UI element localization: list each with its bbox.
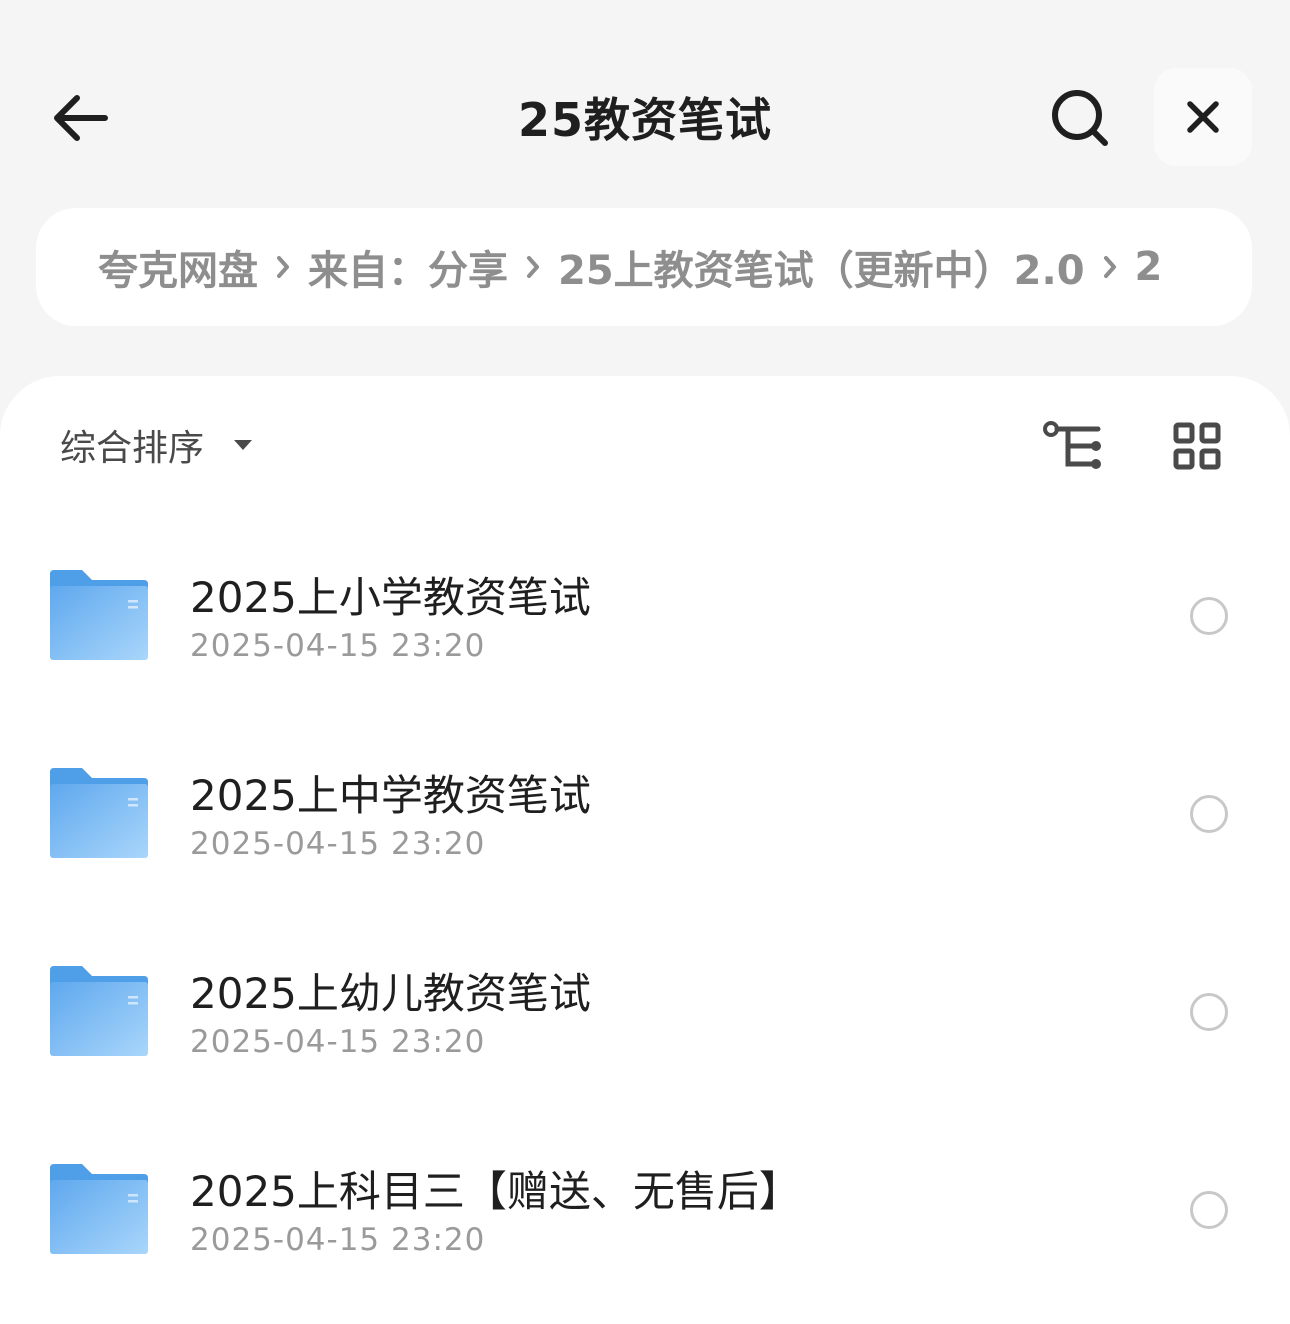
file-date: 2025-04-15 23:20 — [190, 826, 486, 862]
folder-icon — [50, 1164, 148, 1254]
folder-icon — [50, 768, 148, 858]
file-name: 2025上小学教资笔试 — [190, 573, 591, 622]
file-name: 2025上科目三【赠送、无售后】 — [190, 1167, 801, 1216]
tree-view-button[interactable] — [1040, 416, 1106, 476]
folder-icon — [50, 966, 148, 1056]
file-row[interactable]: 2025上小学教资笔试 2025-04-15 23:20 — [0, 540, 1290, 700]
grid-view-icon — [1173, 422, 1221, 470]
sort-label: 综合排序 — [60, 428, 205, 469]
breadcrumb-item-root[interactable]: 夸克网盘 — [98, 238, 258, 296]
select-radio[interactable] — [1190, 795, 1228, 833]
chevron-right-icon — [276, 255, 290, 279]
file-row[interactable]: 2025上幼儿教资笔试 2025-04-15 23:20 — [0, 936, 1290, 1096]
file-date: 2025-04-15 23:20 — [190, 628, 486, 664]
file-name: 2025上幼儿教资笔试 — [190, 969, 591, 1018]
file-row[interactable]: 2025上中学教资笔试 2025-04-15 23:20 — [0, 738, 1290, 898]
select-radio[interactable] — [1190, 597, 1228, 635]
chevron-right-icon — [1103, 255, 1117, 279]
sort-dropdown[interactable]: 综合排序 — [60, 420, 254, 470]
file-date: 2025-04-15 23:20 — [190, 1024, 486, 1060]
app-root: 25教资笔试 夸克网盘 来自：分享 25上教资笔试（更新中）2.0 2 综合排序 — [0, 0, 1290, 1324]
file-list-panel: 综合排序 2025上小学教资笔试 2025-04-15 23:20 2025上中… — [0, 376, 1290, 1324]
breadcrumb-item-current[interactable]: 2 — [1135, 244, 1163, 290]
folder-icon — [50, 570, 148, 660]
caret-down-icon — [232, 438, 254, 452]
breadcrumb-item-share[interactable]: 来自：分享 — [308, 238, 508, 296]
breadcrumb: 夸克网盘 来自：分享 25上教资笔试（更新中）2.0 2 — [36, 208, 1252, 326]
select-radio[interactable] — [1190, 1191, 1228, 1229]
select-radio[interactable] — [1190, 993, 1228, 1031]
close-icon — [1187, 101, 1219, 133]
tree-view-icon — [1043, 421, 1101, 469]
file-date: 2025-04-15 23:20 — [190, 1222, 486, 1258]
search-icon — [1052, 90, 1108, 146]
file-row[interactable]: 2025上科目三【赠送、无售后】 2025-04-15 23:20 — [0, 1134, 1290, 1294]
grid-view-button[interactable] — [1166, 416, 1228, 476]
search-button[interactable] — [1040, 80, 1120, 156]
file-name: 2025上中学教资笔试 — [190, 771, 591, 820]
chevron-right-icon — [526, 255, 540, 279]
close-button[interactable] — [1154, 68, 1252, 166]
breadcrumb-item-folder[interactable]: 25上教资笔试（更新中）2.0 — [558, 238, 1085, 296]
